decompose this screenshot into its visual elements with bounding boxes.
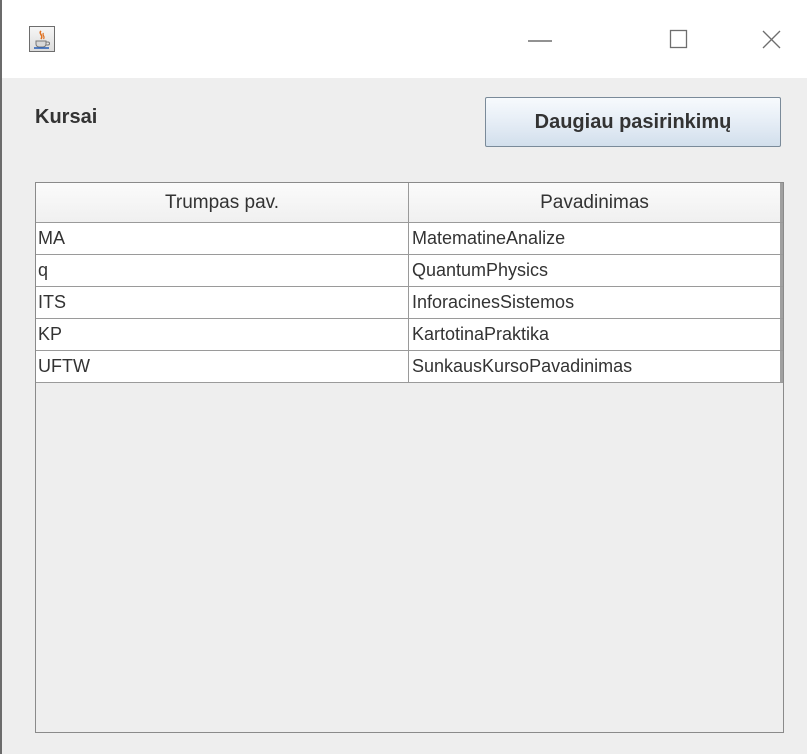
- application-window: Kursai Daugiau pasirinkimų Trumpas pav. …: [0, 0, 807, 754]
- table-header: Trumpas pav. Pavadinimas: [36, 183, 783, 223]
- cell-short-name[interactable]: KP: [36, 319, 409, 350]
- more-options-button[interactable]: Daugiau pasirinkimų: [485, 97, 781, 147]
- minimize-button[interactable]: [520, 22, 560, 58]
- table-row[interactable]: UFTW SunkausKursoPavadinimas: [36, 351, 783, 383]
- column-header-short-name[interactable]: Trumpas pav.: [36, 183, 409, 222]
- courses-table[interactable]: Trumpas pav. Pavadinimas MA MatematineAn…: [35, 182, 784, 733]
- cell-short-name[interactable]: q: [36, 255, 409, 286]
- cell-name[interactable]: SunkausKursoPavadinimas: [409, 351, 783, 382]
- cell-name[interactable]: QuantumPhysics: [409, 255, 783, 286]
- cell-name[interactable]: InforacinesSistemos: [409, 287, 783, 318]
- java-cup-icon[interactable]: [29, 26, 55, 52]
- table-row[interactable]: q QuantumPhysics: [36, 255, 783, 287]
- column-header-name[interactable]: Pavadinimas: [409, 183, 783, 222]
- maximize-icon: [669, 29, 688, 49]
- page-title: Kursai: [35, 106, 98, 128]
- close-icon: [762, 30, 781, 49]
- table-body: MA MatematineAnalize q QuantumPhysics IT…: [36, 223, 783, 383]
- close-button[interactable]: [752, 22, 792, 58]
- cell-short-name[interactable]: MA: [36, 223, 409, 254]
- table-row[interactable]: MA MatematineAnalize: [36, 223, 783, 255]
- cell-short-name[interactable]: UFTW: [36, 351, 409, 382]
- title-bar[interactable]: [2, 0, 807, 78]
- cell-short-name[interactable]: ITS: [36, 287, 409, 318]
- maximize-button[interactable]: [659, 22, 699, 58]
- cell-name[interactable]: MatematineAnalize: [409, 223, 783, 254]
- cell-name[interactable]: KartotinaPraktika: [409, 319, 783, 350]
- minimize-icon: [528, 40, 552, 42]
- table-row[interactable]: ITS InforacinesSistemos: [36, 287, 783, 319]
- table-row[interactable]: KP KartotinaPraktika: [36, 319, 783, 351]
- content-panel: Kursai Daugiau pasirinkimų Trumpas pav. …: [2, 78, 807, 754]
